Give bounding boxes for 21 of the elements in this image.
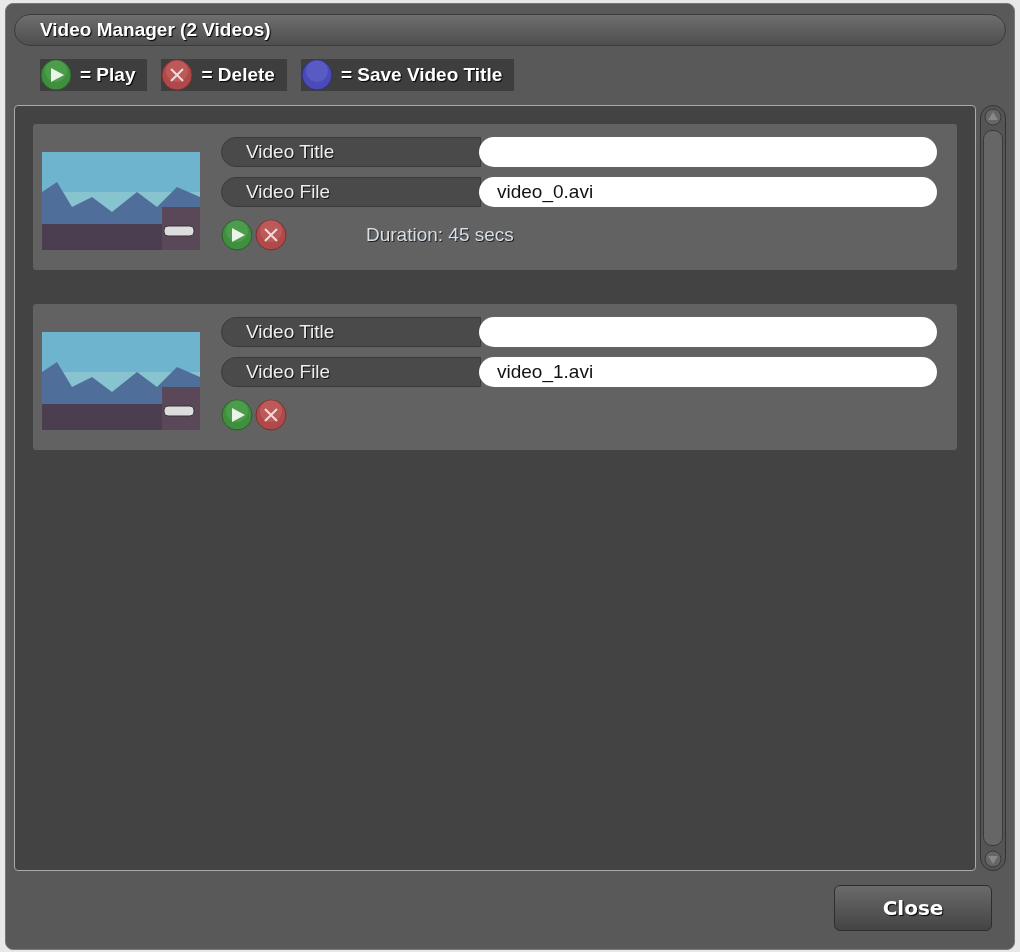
close-icon[interactable] (161, 59, 194, 91)
field-label: Video File (221, 357, 481, 387)
scrollbar[interactable] (980, 105, 1006, 871)
title-input-field[interactable] (479, 317, 937, 347)
play-icon[interactable] (221, 399, 253, 431)
close-button[interactable]: Close (834, 885, 992, 931)
play-icon[interactable] (40, 59, 72, 91)
window-title: Video Manager (2 Videos) (14, 14, 1006, 46)
play-icon[interactable] (221, 219, 253, 251)
close-icon[interactable] (255, 219, 287, 251)
legend-text: = Delete (201, 64, 275, 86)
field-label: Video Title (221, 317, 481, 347)
field-label: Video File (221, 177, 481, 207)
file-input-field[interactable]: video_1.avi (479, 357, 937, 387)
field-label: Video Title (221, 137, 481, 167)
legend-text: = Save Video Title (340, 64, 503, 86)
legend-text: = Play (80, 64, 136, 86)
title-input-field[interactable] (479, 137, 937, 167)
close-icon[interactable] (255, 399, 287, 431)
file-input-field[interactable]: video_0.avi (479, 177, 937, 207)
duration-text: Duration: 45 secs (366, 224, 514, 246)
